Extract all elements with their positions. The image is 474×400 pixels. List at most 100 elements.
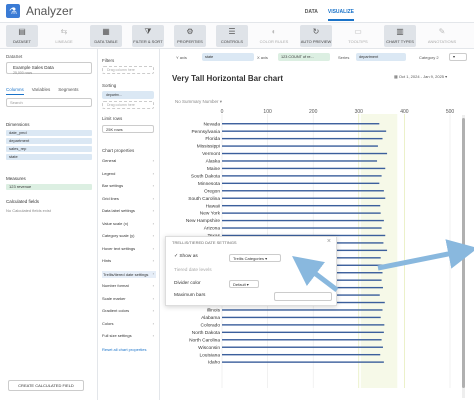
reset-chart-properties-link[interactable]: Reset all chart properties: [102, 347, 146, 352]
series-chip[interactable]: department: [356, 53, 406, 61]
dimension-field[interactable]: date_ymd: [6, 130, 92, 136]
bar-pennsylvania[interactable]: [222, 130, 387, 132]
category2-drop[interactable]: ▾: [449, 53, 467, 61]
bar-north-dakota[interactable]: [222, 331, 384, 334]
property-item[interactable]: Hints ›: [102, 258, 156, 263]
property-item-label: Scale marker: [102, 295, 126, 301]
bar-colorado[interactable]: [222, 324, 385, 326]
toolbar-button-color-rules[interactable]: ◐ COLOR RULES: [258, 25, 290, 47]
close-icon[interactable]: ×: [327, 238, 331, 245]
date-range[interactable]: ▦ Oct 1, 2024 - Jan 9, 2025 ▾: [394, 74, 447, 79]
bar-florida[interactable]: [222, 137, 383, 140]
toolbar-button-properties[interactable]: ⚙ PROPERTIES: [174, 25, 206, 47]
property-item[interactable]: Legend ›: [102, 171, 156, 176]
maximum-bars-input[interactable]: [274, 292, 332, 301]
dataset-rows: 25,000 rows: [13, 71, 33, 75]
chart-types-icon: ▥: [396, 27, 404, 36]
property-item[interactable]: Number format ›: [102, 283, 156, 288]
bar-new-hampshire[interactable]: [222, 219, 384, 222]
bar-new-york[interactable]: [222, 212, 381, 214]
measures-title[interactable]: Measures: [6, 176, 26, 181]
property-item[interactable]: Grid lines ›: [102, 196, 156, 201]
property-item[interactable]: Full size settings ›: [102, 333, 156, 338]
property-item-label: Number format: [102, 283, 129, 288]
property-item[interactable]: Colors ›: [102, 321, 156, 326]
chart-properties-label: Chart properties: [102, 148, 135, 153]
bar-mississippi[interactable]: [222, 145, 378, 147]
bar-illinois[interactable]: [222, 309, 383, 311]
calculated-fields-empty: No Calculated fields exist: [6, 208, 51, 213]
x-axis-chip[interactable]: 123 COUNT of re...: [278, 53, 330, 61]
bar-vermont[interactable]: [222, 152, 388, 155]
chevron-right-icon: ›: [152, 320, 154, 326]
toolbar-button-label: COLOR RULES: [259, 39, 289, 44]
bar-alabama[interactable]: [222, 316, 381, 319]
summary-number-dropdown[interactable]: No Summary Number ▾: [175, 99, 222, 105]
y-axis-chip[interactable]: state: [202, 53, 254, 61]
toolbar-button-controls[interactable]: ☰ CONTROLS: [216, 25, 248, 47]
tab-segments[interactable]: Segments: [58, 87, 78, 95]
property-item[interactable]: Value scale (x) ›: [102, 221, 156, 226]
data-table-icon: ▦: [102, 27, 110, 36]
toolbar-button-filter-sort[interactable]: ⧩ FILTER & SORT: [132, 25, 164, 47]
toolbar-button-auto-preview[interactable]: ↻ AUTO PREVIEW: [300, 25, 332, 47]
tab-data[interactable]: DATA: [305, 9, 318, 21]
dimension-field[interactable]: state: [6, 154, 92, 160]
y-category-label: Alabama: [201, 315, 220, 321]
property-item[interactable]: General ›: [102, 158, 156, 163]
bar-oregon[interactable]: [222, 190, 384, 192]
tab-visualize[interactable]: VISUALIZE: [327, 9, 354, 21]
y-axis-label: Y axis: [176, 55, 187, 60]
dimension-field[interactable]: department: [6, 138, 92, 144]
sorting-chip[interactable]: departm...: [102, 91, 154, 99]
divider-color-select[interactable]: Default ▾: [229, 280, 259, 288]
toolbar-button-data-table[interactable]: ▦ DATA TABLE: [90, 25, 122, 47]
bar-louisiana[interactable]: [222, 353, 381, 356]
dimensions-title[interactable]: Dimensions: [6, 122, 30, 127]
property-item[interactable]: Category scale (y) ›: [102, 233, 156, 238]
bar-minnesota[interactable]: [222, 182, 380, 185]
create-calculated-field-button[interactable]: CREATE CALCULATED FIELD: [8, 380, 84, 391]
limit-rows-input[interactable]: 25K rows: [102, 125, 154, 133]
property-item[interactable]: Data label settings ›: [102, 208, 156, 213]
bar-wisconsin[interactable]: [222, 346, 383, 348]
toolbar-button-chart-types[interactable]: ▥ CHART TYPES: [384, 25, 416, 47]
chevron-right-icon: ›: [152, 258, 154, 263]
bar-north-carolina[interactable]: [222, 339, 382, 341]
bar-nevada[interactable]: [222, 123, 380, 125]
calculated-fields-title[interactable]: Calculated fields: [6, 199, 39, 204]
dimension-field[interactable]: sales_rep: [6, 146, 92, 152]
measure-field[interactable]: 123 revenue: [6, 184, 92, 190]
dataset-selector[interactable]: Example Sales Data 25,000 rows: [6, 62, 92, 75]
toolbar-button-dataset[interactable]: ▤ DATASET: [6, 25, 38, 47]
bar-south-carolina[interactable]: [222, 197, 386, 199]
y-category-label: New Hampshire: [186, 218, 220, 224]
sorting-drop-zone[interactable]: Drag column here: [102, 101, 154, 109]
property-item[interactable]: Scale marker ›: [102, 296, 156, 301]
chevron-right-icon: ›: [152, 333, 154, 338]
bar-arizona[interactable]: [222, 227, 382, 229]
column-search-input[interactable]: Search: [6, 98, 92, 107]
bar-south-dakota[interactable]: [222, 175, 382, 177]
chevron-right-icon: ›: [152, 208, 154, 213]
chart-scrollbar-thumb[interactable]: [462, 118, 465, 388]
maximum-bars-label: Maximum bars: [174, 293, 206, 298]
properties-panel: Filters Drag column here Sorting departm…: [98, 49, 160, 400]
property-item[interactable]: Bar settings ›: [102, 183, 156, 188]
tab-variables[interactable]: Variables: [32, 87, 50, 95]
bar-hawaii[interactable]: [222, 204, 381, 207]
toolbar-button-annotations[interactable]: ✎ ANNOTATIONS: [426, 25, 458, 47]
bar-maine[interactable]: [222, 167, 386, 170]
tab-columns[interactable]: Columns: [6, 87, 24, 95]
toolbar-button-tooltips[interactable]: ▭ TOOLTIPS: [342, 25, 374, 47]
bar-idaho[interactable]: [222, 361, 384, 363]
filters-drop-zone[interactable]: Drag column here: [102, 66, 154, 74]
show-as-select[interactable]: Trellis Categories ▾: [229, 254, 281, 262]
property-item[interactable]: Hover text settings ›: [102, 246, 156, 251]
toolbar-button-label: CONTROLS: [220, 39, 244, 44]
bar-alaska[interactable]: [222, 160, 378, 162]
x-tick-label: 0: [221, 109, 224, 115]
toolbar-button-lineage[interactable]: ⇆ LINEAGE: [48, 25, 80, 47]
property-item[interactable]: Trellis/tiered date settings ›: [102, 270, 156, 278]
property-item[interactable]: Gradient colors ›: [102, 308, 156, 313]
